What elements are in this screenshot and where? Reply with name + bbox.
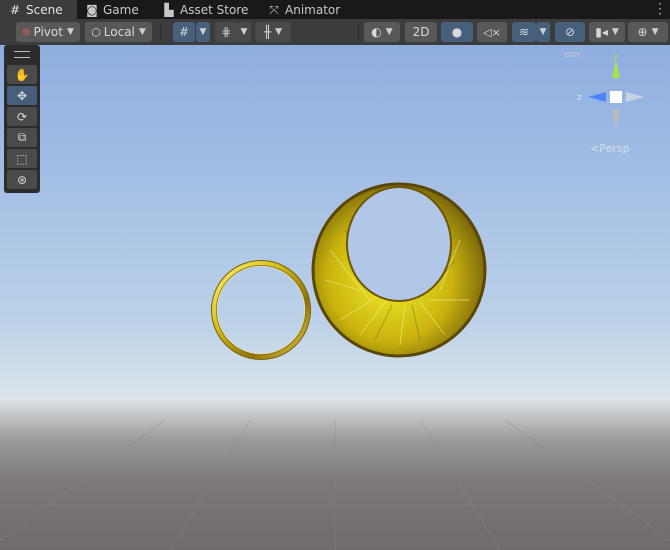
pivot-dropdown[interactable]: ⊕ Pivot ▼ — [16, 22, 80, 42]
increment-snap-icon: ⋕ — [220, 25, 232, 39]
local-label: Local — [103, 25, 135, 39]
grid-icon: # — [9, 2, 21, 17]
pivot-label: Pivot — [33, 25, 63, 39]
tab-label: Animator — [285, 2, 341, 17]
hand-tool-button[interactable]: ✋ — [7, 65, 37, 84]
shopping-bag-icon: ▙ — [164, 2, 174, 17]
ruler-dropdown[interactable]: ╫ ▼ — [255, 22, 291, 42]
scale-icon: ⧉ — [17, 130, 27, 144]
gizmo-y-label: y — [613, 52, 619, 62]
move-tool-button[interactable]: ✥ — [7, 86, 37, 105]
move-arrows-icon: ✥ — [16, 88, 28, 103]
ground-grid — [0, 419, 670, 550]
hand-icon: ✋ — [14, 67, 30, 82]
tab-label: Game — [103, 2, 139, 17]
rotate-icon: ⟳ — [16, 109, 28, 124]
drag-handle-icon[interactable] — [14, 51, 30, 58]
camera-dropdown[interactable]: ▮◂ ▼ — [589, 22, 625, 42]
toolbar-divider — [160, 24, 161, 40]
chevron-down-icon: ▼ — [240, 27, 248, 37]
editor-tab-bar: # Scene ◙ Game ▙ Asset Store ⤧ Animator … — [0, 0, 670, 20]
large-gold-ring[interactable] — [311, 182, 487, 358]
tab-label: Scene — [26, 2, 63, 17]
chevron-down-icon: ▼ — [66, 27, 74, 37]
camera-icon: ▮◂ — [595, 25, 608, 39]
tool-palette: ✋ ✥ ⟳ ⧉ ⬚ ⊛ — [4, 45, 40, 193]
grid-snap-dropdown[interactable]: ▼ — [196, 22, 210, 42]
grid-snap-icon: # — [178, 25, 190, 39]
mode-2d-toggle[interactable]: 2D — [405, 22, 437, 42]
tab-asset-store[interactable]: ▙ Asset Store — [163, 0, 253, 19]
sphere-icon: ◐ — [371, 25, 382, 39]
y-axis-cone[interactable] — [612, 60, 620, 78]
mute-icon: ◁× — [483, 25, 501, 39]
tab-animator[interactable]: ⤧ Animator — [268, 0, 348, 19]
effects-toggle[interactable]: ≋ — [512, 22, 536, 42]
neg-y-axis-cone[interactable] — [612, 110, 620, 128]
shading-mode-dropdown[interactable]: ◐ ▼ — [364, 22, 400, 42]
animator-icon: ⤧ — [269, 2, 279, 17]
lightbulb-icon: ● — [451, 25, 463, 39]
chevron-down-icon: ▼ — [275, 27, 283, 37]
ruler-icon: ╫ — [263, 25, 272, 39]
layers-icon: ≋ — [518, 25, 530, 39]
transform-tool-button[interactable]: ⊛ — [7, 170, 37, 189]
rotate-tool-button[interactable]: ⟳ — [7, 107, 37, 126]
increment-snap-dropdown[interactable]: ▼ — [237, 22, 251, 42]
tab-scene[interactable]: # Scene — [0, 0, 77, 19]
scale-tool-button[interactable]: ⧉ — [7, 128, 37, 147]
chevron-down-icon: ▼ — [199, 27, 207, 37]
neg-x-axis-cone[interactable] — [626, 92, 644, 102]
z-axis-cone[interactable] — [588, 92, 606, 102]
lighting-toggle[interactable]: ● — [441, 22, 473, 42]
increment-snap-toggle[interactable]: ⋕ — [215, 22, 237, 42]
transform-icon: ⊛ — [16, 172, 28, 187]
orientation-gizmo[interactable]: y z — [560, 50, 670, 140]
grid-snap-toggle[interactable]: # — [173, 22, 195, 42]
chevron-down-icon: ▼ — [385, 27, 393, 37]
tab-game[interactable]: ◙ Game — [86, 0, 156, 19]
chevron-down-icon: ▼ — [611, 27, 619, 37]
tab-label: Asset Store — [180, 2, 249, 17]
rect-tool-button[interactable]: ⬚ — [7, 149, 37, 168]
scene-visibility-toggle[interactable]: ⊘ — [555, 22, 585, 42]
rect-transform-icon: ⬚ — [16, 151, 28, 166]
scene-toolbar: ⊕ Pivot ▼ ⬡ Local ▼ # ▼ ⋕ ▼ ╫ ▼ ◐ ▼ 2D ●… — [0, 19, 670, 46]
projection-toggle[interactable]: <Persp — [590, 142, 629, 155]
small-gold-ring[interactable] — [211, 260, 311, 360]
chevron-down-icon: ▼ — [651, 27, 659, 37]
pivot-icon: ⊕ — [22, 26, 31, 38]
toolbar-divider — [358, 24, 359, 40]
mode-2d-label: 2D — [412, 25, 430, 39]
cube-icon: ⬡ — [91, 25, 101, 39]
audio-toggle[interactable]: ◁× — [477, 22, 507, 42]
effects-dropdown[interactable]: ▼ — [536, 22, 550, 42]
eye-slash-icon: ⊘ — [564, 25, 576, 39]
chevron-down-icon: ▼ — [539, 27, 547, 37]
gamepad-icon: ◙ — [86, 2, 98, 17]
local-dropdown[interactable]: ⬡ Local ▼ — [85, 22, 152, 42]
gizmos-dropdown[interactable]: ⊕ ▼ — [628, 22, 668, 42]
chevron-down-icon: ▼ — [138, 27, 146, 37]
more-options-icon[interactable]: · · · — [658, 0, 662, 20]
gizmo-z-label: z — [577, 93, 582, 103]
gizmos-globe-icon: ⊕ — [637, 25, 648, 39]
gizmo-center-cube[interactable] — [610, 91, 622, 103]
